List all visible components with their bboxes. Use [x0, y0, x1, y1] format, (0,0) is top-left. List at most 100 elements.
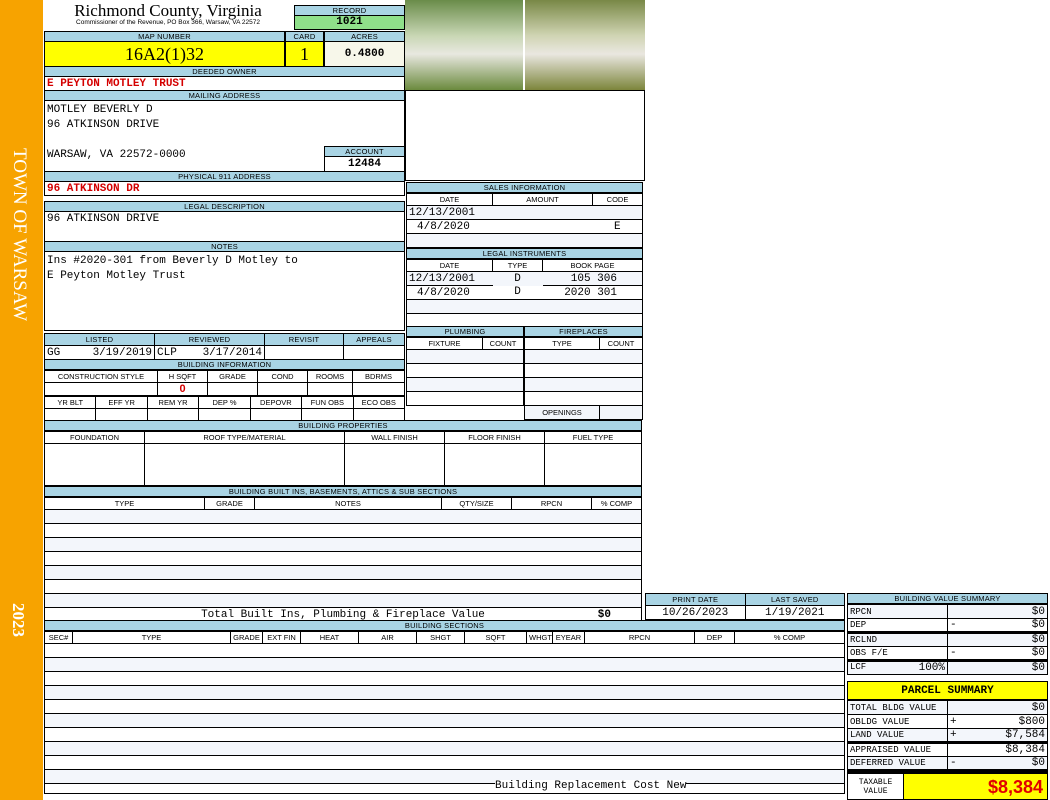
photo-area — [405, 90, 645, 181]
instrument-date: 12/13/2001 — [406, 271, 493, 286]
row-percent: 100% — [918, 662, 945, 674]
listed-cell: GG 3/19/2019 — [44, 345, 155, 360]
instrument-date: 4/8/2020 — [406, 285, 493, 300]
sale-date: 4/8/2020 — [406, 219, 493, 234]
col-header: EXT FIN — [262, 631, 301, 644]
account-value: 12484 — [324, 157, 405, 172]
row-value: $800 — [1018, 715, 1045, 728]
properties-label: BUILDING PROPERTIES — [44, 420, 642, 431]
col-header: RPCN — [511, 497, 592, 510]
building-info-label: BUILDING INFORMATION — [44, 359, 405, 370]
row-label: DEP — [847, 618, 948, 633]
instruments-label: LEGAL INSTRUMENTS — [406, 248, 643, 259]
row-name: APPRAISED VALUE — [850, 745, 932, 755]
row-value-cell: $0 — [947, 700, 1048, 715]
instrument-type: D — [514, 286, 521, 299]
reviewed-header: REVIEWED — [154, 333, 265, 346]
col-header: ROOMS — [307, 370, 353, 383]
col-header: BDRMS — [352, 370, 405, 383]
row-label: DEFERRED VALUE — [847, 756, 948, 771]
row-sign: + — [950, 729, 957, 741]
row-name: DEP — [850, 620, 867, 630]
summary-row: OBS F/E - $0 — [847, 646, 1048, 661]
row-sign: - — [950, 757, 957, 769]
listed-by: GG — [47, 346, 61, 359]
col-header: RPCN — [584, 631, 695, 644]
notes-section: NOTES Ins #2020-301 from Beverly D Motle… — [44, 241, 405, 331]
summary-row: DEP - $0 — [847, 618, 1048, 633]
col-header: % COMP — [591, 497, 642, 510]
reviewed-cell: CLP 3/17/2014 — [154, 345, 265, 360]
row-value: $7,584 — [1005, 729, 1045, 741]
mailing-line: MOTLEY BEVERLY D — [47, 104, 153, 116]
openings-label: OPENINGS — [524, 405, 600, 420]
instrument-bookpage: 2020 301 — [542, 285, 643, 300]
col-header: ECO OBS — [352, 396, 406, 409]
col-header: TYPE — [72, 631, 231, 644]
print-date: 10/26/2023 — [645, 605, 746, 620]
col-header: FUEL TYPE — [544, 431, 642, 444]
replacement-cost-label: Building Replacement Cost New — [495, 780, 687, 792]
notes-label: NOTES — [44, 241, 405, 252]
col-header: SQFT — [464, 631, 527, 644]
col-header: NOTES — [254, 497, 442, 510]
sale-code: E — [592, 219, 643, 234]
row-value: $0 — [1031, 662, 1045, 674]
row-label: LCF 100% — [847, 660, 948, 675]
tax-year: 2023 — [9, 603, 28, 637]
notes-text: Ins #2020-301 from Beverly D Motley to E… — [44, 252, 405, 331]
col-header: COUNT — [482, 337, 524, 350]
builtins-label: BUILDING BUILT INS, BASEMENTS, ATTICS & … — [44, 486, 642, 497]
hsqft-value: 0 — [157, 382, 208, 396]
col-header: COND — [257, 370, 308, 383]
col-header: FOUNDATION — [44, 431, 145, 444]
last-saved-date: 1/19/2021 — [744, 605, 845, 620]
col-header: DATE — [406, 259, 493, 272]
col-header: FLOOR FINISH — [444, 431, 545, 444]
col-header: DATE — [406, 193, 493, 206]
row-value-cell: - $0 — [947, 756, 1048, 771]
summary-row: DEFERRED VALUE - $0 — [847, 756, 1048, 771]
col-header: REM YR — [146, 396, 200, 409]
row-sign: - — [950, 619, 957, 631]
record-box: RECORD 1021 — [294, 5, 405, 30]
deeded-owner-section: DEEDED OWNER E PEYTON MOTLEY TRUST — [44, 66, 405, 91]
appeals-cell — [343, 345, 405, 360]
record-value: 1021 — [294, 16, 405, 30]
row-value: $0 — [1031, 647, 1045, 659]
town-name: TOWN OF WARSAW — [9, 148, 30, 322]
legal-description-section: LEGAL DESCRIPTION 96 ATKINSON DRIVE — [44, 201, 405, 242]
row-value-cell: $0 — [947, 660, 1048, 675]
fireplaces-label: FIREPLACES — [524, 326, 643, 337]
legal-instruments: LEGAL INSTRUMENTS DATE TYPE BOOK PAGE 12/1… — [406, 248, 643, 328]
row-label: RPCN — [847, 604, 948, 619]
plumbing: PLUMBING FIXTURE COUNT — [406, 326, 524, 406]
deeded-owner-value: E PEYTON MOTLEY TRUST — [44, 77, 405, 91]
appeals-header: APPEALS — [343, 333, 405, 346]
col-header: FIXTURE — [406, 337, 483, 350]
col-header: YR BLT — [43, 396, 97, 409]
fireplaces: FIREPLACES TYPE COUNT OPENINGS — [524, 326, 643, 420]
page-header: Richmond County, Virginia Commissioner o… — [44, 2, 292, 27]
col-header: AIR — [358, 631, 417, 644]
row-value-cell: $8,384 — [947, 742, 1048, 757]
col-header: WALL FINISH — [344, 431, 445, 444]
property-photo-1[interactable] — [405, 0, 523, 90]
card-label: CARD — [285, 31, 324, 42]
plumbing-label: PLUMBING — [406, 326, 524, 337]
summary-row: TOTAL BLDG VALUE $0 — [847, 700, 1048, 715]
property-photo-2[interactable] — [525, 0, 645, 90]
building-value-summary: BUILDING VALUE SUMMARY RPCN $0 DEP - $0 RCLND… — [847, 593, 1048, 675]
instrument-type: D — [492, 271, 543, 286]
sidebar: TOWN OF WARSAW 2023 — [0, 0, 43, 800]
reviewed-by: CLP — [157, 346, 177, 359]
col-header: ROOF TYPE/MATERIAL — [144, 431, 345, 444]
row-name: RPCN — [850, 606, 872, 617]
card-number: 1 — [285, 42, 324, 67]
listed-header: LISTED — [44, 333, 155, 346]
col-header: GRADE — [204, 497, 255, 510]
map-number-label: MAP NUMBER — [44, 31, 285, 42]
summary-row: LCF 100% $0 — [847, 660, 1048, 675]
row-value-cell: + $800 — [947, 714, 1048, 729]
print-date-label: PRINT DATE — [645, 593, 746, 606]
